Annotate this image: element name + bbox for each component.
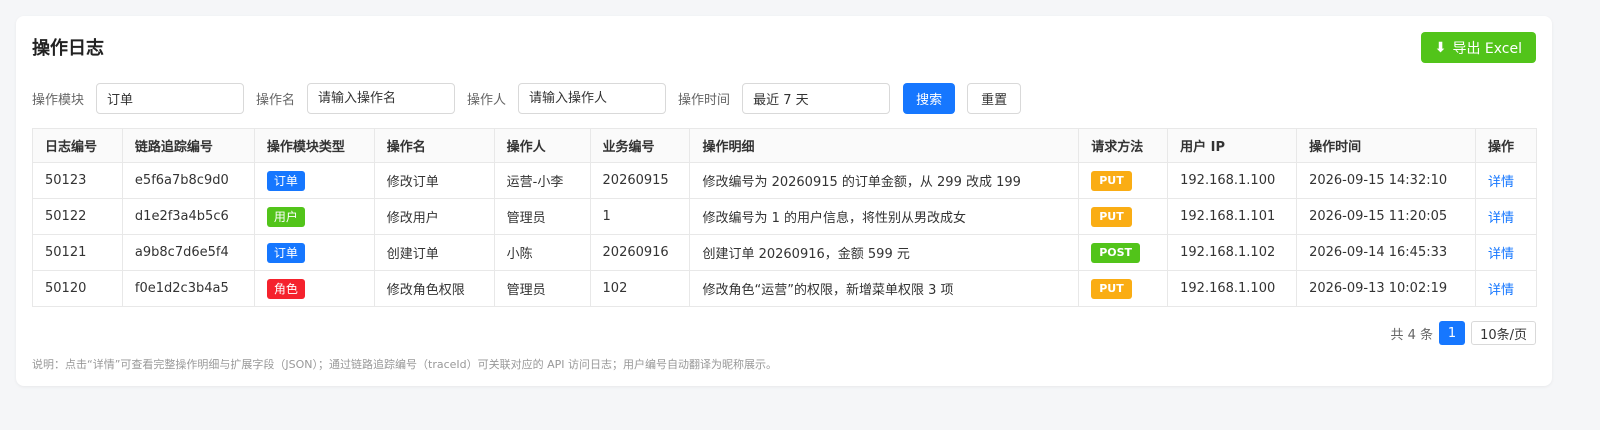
user-ip: 192.168.1.100 [1167,270,1298,307]
detail-link[interactable]: 详情 [1488,283,1514,298]
log-id: 50123 [32,162,123,199]
search-button[interactable]: 搜索 [903,83,956,114]
table-row: 50122 d1e2f3a4b5c6 用户 修改用户 管理员 1 修改编号为 1… [32,198,1538,235]
operation-name: 创建订单 [373,234,495,271]
table-row: 50123 e5f6a7b8c9d0 订单 修改订单 运营-小李 2026091… [32,162,1538,199]
column-header: 业务编号 [589,128,691,163]
time-filter-label: 操作时间 [678,93,731,108]
pagination: 共 4 条 1 10条/页 [1391,321,1536,345]
module-filter-input[interactable] [96,83,245,114]
module-filter-label: 操作模块 [32,93,85,108]
name-filter-label: 操作名 [256,93,296,108]
log-id: 50121 [32,234,123,271]
method-badge: PUT [1091,278,1132,299]
operation-time: 2026-09-14 16:45:33 [1296,234,1476,271]
operation-time: 2026-09-13 10:02:19 [1296,270,1476,307]
operation-detail: 修改编号为 1 的用户信息，将性别从男改成女 [689,198,1080,235]
user-ip: 192.168.1.102 [1167,234,1298,271]
module-tag: 用户 [266,206,305,227]
log-id: 50120 [32,270,123,307]
operator: 运营-小李 [493,162,591,199]
business-id: 20260916 [589,234,691,271]
table-header-row: 日志编号 链路追踪编号 操作模块类型 操作名 操作人 业务编号 操作明细 请求方… [32,128,1538,163]
module-tag: 订单 [266,242,305,263]
operation-name: 修改订单 [373,162,495,199]
operation-name: 修改角色权限 [373,270,495,307]
reset-button[interactable]: 重置 [967,83,1022,114]
operation-detail: 修改编号为 20260915 的订单金额，从 299 改成 199 [689,162,1080,199]
page-title: 操作日志 [32,38,104,59]
module-tag: 订单 [266,170,305,191]
column-header: 日志编号 [32,128,123,163]
operation-time: 2026-09-15 14:32:10 [1296,162,1476,199]
operation-log-card: 操作日志 ⬇ 导出 Excel 操作模块 操作名 操作人 操作时间 搜索 重置 … [16,16,1552,386]
trace-id: d1e2f3a4b5c6 [121,198,255,235]
export-excel-button[interactable]: ⬇ 导出 Excel [1420,32,1536,63]
time-filter-input[interactable] [742,83,891,114]
operation-detail: 创建订单 20260916，金额 599 元 [689,234,1080,271]
module-tag: 角色 [266,278,305,299]
operator-filter-label: 操作人 [467,93,507,108]
detail-link[interactable]: 详情 [1488,175,1514,190]
method-badge: PUT [1091,170,1132,191]
business-id: 20260915 [589,162,691,199]
download-icon: ⬇ [1434,39,1447,56]
business-id: 1 [589,198,691,235]
column-header: 用户 IP [1167,128,1298,163]
column-header: 操作人 [493,128,591,163]
operator: 管理员 [493,270,591,307]
column-header: 操作 [1474,128,1538,163]
log-id: 50122 [32,198,123,235]
filter-bar: 操作模块 操作名 操作人 操作时间 搜索 重置 [32,83,1022,114]
method-badge: PUT [1091,206,1132,227]
operator-filter-input[interactable] [518,83,667,114]
detail-link[interactable]: 详情 [1488,247,1514,262]
log-table: 日志编号 链路追踪编号 操作模块类型 操作名 操作人 业务编号 操作明细 请求方… [32,128,1538,307]
operator: 管理员 [493,198,591,235]
column-header: 操作明细 [689,128,1080,163]
operation-detail: 修改角色“运营”的权限，新增菜单权限 3 项 [689,270,1080,307]
column-header: 操作模块类型 [253,128,375,163]
table-row: 50120 f0e1d2c3b4a5 角色 修改角色权限 管理员 102 修改角… [32,270,1538,307]
name-filter-input[interactable] [307,83,456,114]
trace-id: e5f6a7b8c9d0 [121,162,255,199]
page-button-current[interactable]: 1 [1439,321,1466,345]
table-row: 50121 a9b8c7d6e5f4 订单 创建订单 小陈 20260916 创… [32,234,1538,271]
detail-link[interactable]: 详情 [1488,211,1514,226]
business-id: 102 [589,270,691,307]
operation-time: 2026-09-15 11:20:05 [1296,198,1476,235]
page-size-select[interactable]: 10条/页 [1471,321,1536,345]
operator: 小陈 [493,234,591,271]
method-badge: POST [1091,242,1141,263]
footnote: 说明：点击“详情”可查看完整操作明细与扩展字段（JSON）；通过链路追踪编号（t… [32,358,778,371]
operation-name: 修改用户 [373,198,495,235]
column-header: 操作名 [373,128,495,163]
user-ip: 192.168.1.101 [1167,198,1298,235]
trace-id: a9b8c7d6e5f4 [121,234,255,271]
trace-id: f0e1d2c3b4a5 [121,270,255,307]
total-count: 共 4 条 [1390,327,1434,343]
column-header: 操作时间 [1296,128,1476,163]
column-header: 链路追踪编号 [121,128,255,163]
user-ip: 192.168.1.100 [1167,162,1298,199]
column-header: 请求方法 [1078,128,1169,163]
export-excel-label: 导出 Excel [1452,40,1522,57]
